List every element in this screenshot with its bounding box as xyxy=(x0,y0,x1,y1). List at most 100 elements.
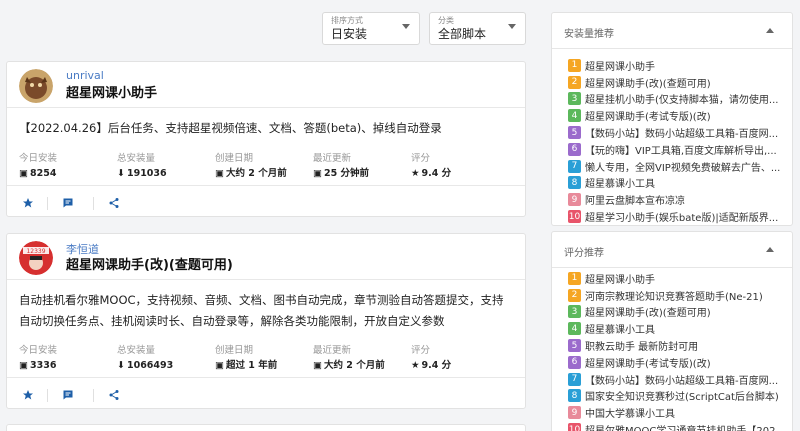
rank-item-link[interactable]: 中国大学慕课小工具 xyxy=(585,405,675,420)
rank-item[interactable]: 9 中国大学慕课小工具 xyxy=(568,404,790,421)
rank-badge: 5 xyxy=(568,339,581,353)
rank-item[interactable]: 10 超星尔雅MOOC学习通章节挂机助手【202... xyxy=(568,421,790,431)
rank-item[interactable]: 3 超星网课助手(改)(查题可用) xyxy=(568,304,790,321)
rank-item[interactable]: 7 懒人专用，全网VIP视频免费破解去广告、... xyxy=(568,158,790,175)
rank-badge: 7 xyxy=(568,372,581,386)
rank-item-link[interactable]: 职教云助手 最新防封可用 xyxy=(585,338,698,353)
category-select[interactable]: 分类 全部脚本 xyxy=(429,12,526,45)
star-icon: ★ xyxy=(411,360,420,371)
favorite-star-button[interactable] xyxy=(21,388,35,402)
script-description: 自动挂机看尔雅MOOC，支持视频、音频、文档、图书自动完成，章节测验自动答题提交… xyxy=(19,293,504,328)
comment-button[interactable] xyxy=(61,388,75,402)
rank-item[interactable]: 8 国家安全知识竞赛秒过(ScriptCat后台脚本) xyxy=(568,388,790,405)
rank-item-link[interactable]: 【数码小站】数码小站超级工具箱-百度网... xyxy=(585,372,778,387)
calendar-icon: ▣ xyxy=(313,168,322,179)
caret-up-icon[interactable] xyxy=(766,28,774,33)
rank-item[interactable]: 4 超星网课助手(考试专版)(改) xyxy=(568,107,790,124)
rank-item-link[interactable]: 超星网课助手(考试专版)(改) xyxy=(585,355,711,370)
rank-badge: 1 xyxy=(568,58,581,72)
rank-item[interactable]: 3 超星挂机小助手(仅支持脚本猫，请勿使用... xyxy=(568,91,790,108)
category-select-value: 全部脚本 xyxy=(438,27,487,41)
share-button[interactable] xyxy=(107,388,121,402)
stat-updated: 最近更新 ▣ 大约 2 个月前 xyxy=(313,345,385,371)
rank-badge: 10 xyxy=(568,423,581,431)
category-select-label: 分类 xyxy=(438,16,454,25)
rank-item-link[interactable]: 超星挂机小助手(仅支持脚本猫，请勿使用... xyxy=(585,91,778,106)
rating-rank-list: 1 超星网课小助手 2 河南宗教理论知识竞赛答题助手(Ne-21) 3 超星网课助手(改)… xyxy=(568,270,790,431)
rank-item-link[interactable]: 【玩的嗨】VIP工具箱,百度文库解析导出,... xyxy=(585,142,777,157)
install-rank-list: 1 超星网课小助手 2 超星网课助手(改)(查题可用) 3 超星挂机小助手(仅支持脚本猫，… xyxy=(568,57,790,225)
install-rank-header[interactable]: 安装量推荐 xyxy=(552,13,792,49)
caret-down-icon xyxy=(402,24,410,29)
rank-item[interactable]: 1 超星网课小助手 xyxy=(568,57,790,74)
calendar-icon: ▣ xyxy=(313,360,322,371)
rank-item[interactable]: 8 超星慕课小工具 xyxy=(568,175,790,192)
rank-item-link[interactable]: 河南宗教理论知识竞赛答题助手(Ne-21) xyxy=(585,288,763,303)
rank-badge: 7 xyxy=(568,159,581,173)
rank-item-link[interactable]: 超星网课助手(改)(查题可用) xyxy=(585,75,711,90)
author-avatar[interactable] xyxy=(19,69,53,103)
rank-item-link[interactable]: 超星网课助手(改)(查题可用) xyxy=(585,304,711,319)
rank-item-link[interactable]: 国家安全知识竞赛秒过(ScriptCat后台脚本) xyxy=(585,388,779,403)
rank-item-link[interactable]: 超星学习小助手(娱乐bate版)|适配新版界... xyxy=(585,209,778,224)
rank-item[interactable]: 6 【玩的嗨】VIP工具箱,百度文库解析导出,... xyxy=(568,141,790,158)
divider xyxy=(93,389,94,402)
divider xyxy=(47,389,48,402)
script-author-link[interactable]: unrival xyxy=(66,69,104,82)
stat-created: 创建日期 ▣ 大约 2 个月前 xyxy=(215,153,287,179)
rank-item[interactable]: 5 【数码小站】数码小站超级工具箱-百度网... xyxy=(568,124,790,141)
script-card: 12339 李恒道 超星网课助手(改)(查题可用) 自动挂机看尔雅MOOC，支持… xyxy=(6,233,526,409)
rank-item-link[interactable]: 超星尔雅MOOC学习通章节挂机助手【202... xyxy=(585,422,785,431)
script-card-header: 12339 李恒道 超星网课助手(改)(查题可用) xyxy=(7,234,525,280)
script-title-link[interactable]: 超星网课助手(改)(查题可用) xyxy=(66,254,233,273)
rank-item[interactable]: 7 【数码小站】数码小站超级工具箱-百度网... xyxy=(568,371,790,388)
calendar-icon: ▣ xyxy=(215,168,224,179)
rank-item[interactable]: 6 超星网课助手(考试专版)(改) xyxy=(568,354,790,371)
calendar-icon: ▣ xyxy=(215,360,224,371)
script-description: 【2022.04.26】后台任务、支持超星视频倍速、文档、答题(beta)、掉线… xyxy=(19,121,442,135)
rank-badge: 4 xyxy=(568,322,581,336)
rank-item-link[interactable]: 超星网课小助手 xyxy=(585,271,655,286)
caret-down-icon xyxy=(508,24,516,29)
rank-badge: 6 xyxy=(568,355,581,369)
rank-item[interactable]: 4 超星慕课小工具 xyxy=(568,320,790,337)
rank-item[interactable]: 5 职教云助手 最新防封可用 xyxy=(568,337,790,354)
rank-item[interactable]: 2 河南宗教理论知识竞赛答题助手(Ne-21) xyxy=(568,287,790,304)
rank-item-link[interactable]: 【数码小站】数码小站超级工具箱-百度网... xyxy=(585,125,778,140)
script-card xyxy=(6,424,526,431)
share-button[interactable] xyxy=(107,196,121,210)
rank-badge: 9 xyxy=(568,406,581,420)
favorite-star-button[interactable] xyxy=(21,196,35,210)
rank-item-link[interactable]: 阿里云盘脚本宣布凉凉 xyxy=(585,192,685,207)
comment-button[interactable] xyxy=(61,196,75,210)
script-card-header: unrival 超星网课小助手 xyxy=(7,62,525,108)
rank-item[interactable]: 9 阿里云盘脚本宣布凉凉 xyxy=(568,191,790,208)
download-icon: ⬇ xyxy=(117,360,125,371)
stat-total-installs: 总安装量 ⬇ 1066493 xyxy=(117,345,174,371)
rank-item[interactable]: 2 超星网课助手(改)(查题可用) xyxy=(568,74,790,91)
rank-badge: 10 xyxy=(568,210,581,224)
rating-rank-panel: 评分推荐 1 超星网课小助手 2 河南宗教理论知识竞赛答题助手(Ne-21) 3 超星网课… xyxy=(551,231,793,431)
sort-select-value: 日安装 xyxy=(331,27,368,41)
rank-item[interactable]: 10 超星学习小助手(娱乐bate版)|适配新版界... xyxy=(568,208,790,225)
caret-up-icon[interactable] xyxy=(766,247,774,252)
rank-item-link[interactable]: 超星网课助手(考试专版)(改) xyxy=(585,108,711,123)
rank-badge: 9 xyxy=(568,193,581,207)
rank-badge: 8 xyxy=(568,389,581,403)
rank-badge: 3 xyxy=(568,92,581,106)
stat-today-installs: 今日安装 ▣ 3336 xyxy=(19,345,58,371)
stat-rating: 评分 ★ 9.4 分 xyxy=(411,345,452,371)
author-avatar[interactable]: 12339 xyxy=(19,241,53,275)
rank-item-link[interactable]: 超星慕课小工具 xyxy=(585,321,655,336)
divider xyxy=(47,197,48,210)
rank-item-link[interactable]: 超星慕课小工具 xyxy=(585,175,655,190)
script-title-link[interactable]: 超星网课小助手 xyxy=(66,82,157,101)
script-stats: 今日安装 ▣ 8254 总安装量 ⬇ 191036 创建日期 ▣ 大约 2 个月前 最… xyxy=(7,150,525,186)
sort-select-label: 排序方式 xyxy=(331,16,363,25)
sort-select[interactable]: 排序方式 日安装 xyxy=(322,12,420,45)
install-rank-panel: 安装量推荐 1 超星网课小助手 2 超星网课助手(改)(查题可用) 3 超星挂机小助手(仅… xyxy=(551,12,793,226)
rating-rank-header[interactable]: 评分推荐 xyxy=(552,232,792,268)
rank-item-link[interactable]: 懒人专用，全网VIP视频免费破解去广告、... xyxy=(585,159,780,174)
rank-item[interactable]: 1 超星网课小助手 xyxy=(568,270,790,287)
rank-item-link[interactable]: 超星网课小助手 xyxy=(585,58,655,73)
